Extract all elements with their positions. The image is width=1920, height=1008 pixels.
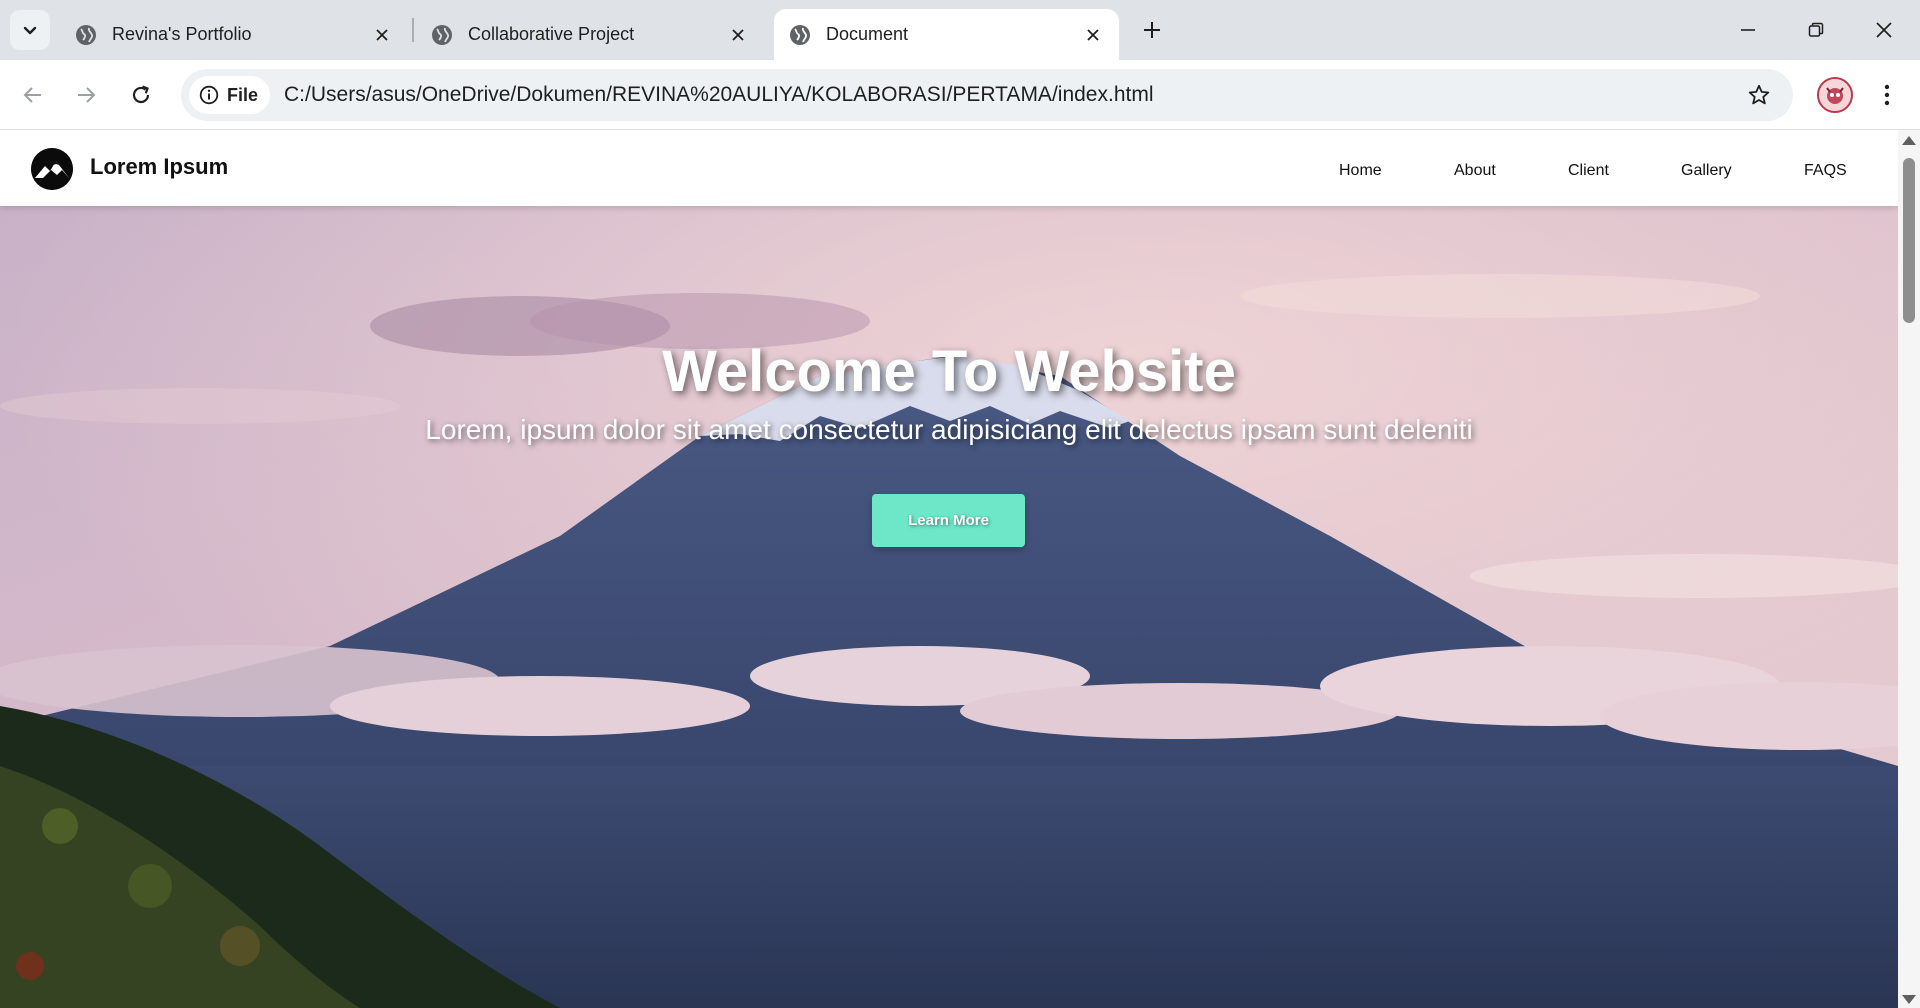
browser-menu-button[interactable] (1872, 75, 1902, 115)
arrow-left-icon (23, 87, 41, 103)
more-vertical-icon (1884, 84, 1890, 106)
restore-button[interactable] (1796, 10, 1836, 50)
address-bar[interactable]: File C:/Users/asus/OneDrive/Dokumen/REVI… (181, 69, 1793, 121)
mountain-logo-icon[interactable] (31, 148, 73, 190)
window-close-button[interactable] (1864, 10, 1904, 50)
site-chip-label: File (227, 84, 259, 105)
hero-background-image (0, 206, 1898, 1008)
hero-subtitle: Lorem, ipsum dolor sit amet consectetur … (425, 414, 1473, 445)
star-icon (1748, 84, 1770, 105)
scroll-thumb[interactable] (1903, 158, 1915, 323)
hero-title: Welcome To Website (662, 339, 1236, 404)
scroll-up-arrow-icon[interactable] (1902, 136, 1916, 145)
globe-icon (430, 23, 454, 47)
tab-strip: Revina's Portfolio Collaborative Project… (0, 0, 1920, 60)
close-icon[interactable] (1081, 23, 1105, 47)
tab-collaborative-project[interactable]: Collaborative Project (416, 9, 764, 60)
hero-section: Welcome To Website Lorem, ipsum dolor si… (0, 206, 1898, 1008)
scroll-down-arrow-icon[interactable] (1902, 995, 1916, 1004)
site-info-chip[interactable]: File (189, 76, 271, 114)
tab-title: Document (826, 24, 909, 44)
new-tab-button[interactable] (1136, 14, 1168, 46)
profile-avatar[interactable] (1817, 77, 1853, 113)
tab-title: Revina's Portfolio (112, 24, 252, 44)
nav-about[interactable]: About (1454, 162, 1496, 180)
tab-title: Collaborative Project (468, 24, 635, 44)
bookmark-star-button[interactable] (1745, 81, 1773, 109)
info-icon (199, 85, 219, 105)
page-scrollbar[interactable] (1898, 130, 1920, 1008)
nav-client[interactable]: Client (1568, 162, 1609, 180)
globe-icon (788, 23, 812, 47)
nav-faqs[interactable]: FAQS (1804, 162, 1847, 180)
reload-button[interactable] (121, 75, 161, 115)
chevron-down-icon (23, 26, 37, 35)
avatar-icon (1819, 79, 1851, 111)
reload-icon (132, 85, 150, 104)
close-icon[interactable] (370, 23, 394, 47)
minimize-icon (1741, 29, 1755, 31)
minimize-button[interactable] (1728, 10, 1768, 50)
tab-document[interactable]: Document (774, 9, 1119, 60)
tab-search-button[interactable] (10, 10, 50, 50)
nav-home[interactable]: Home (1339, 162, 1382, 180)
page-viewport: Lorem Ipsum Home About Client Gallery FA… (0, 130, 1898, 1008)
plus-icon (1144, 22, 1160, 38)
forward-button[interactable] (66, 75, 106, 115)
tab-separator (412, 18, 414, 42)
globe-icon (74, 23, 98, 47)
nav-gallery[interactable]: Gallery (1681, 162, 1732, 180)
back-button[interactable] (13, 75, 53, 115)
restore-icon (1808, 22, 1824, 37)
tab-revinas-portfolio[interactable]: Revina's Portfolio (60, 9, 408, 60)
learn-more-button[interactable]: Learn More (872, 494, 1025, 547)
close-icon[interactable] (726, 23, 750, 47)
close-icon (1876, 22, 1892, 38)
arrow-right-icon (78, 87, 96, 103)
browser-toolbar: File C:/Users/asus/OneDrive/Dokumen/REVI… (0, 60, 1920, 130)
site-navbar: Lorem Ipsum Home About Client Gallery FA… (0, 130, 1898, 206)
url-text[interactable]: C:/Users/asus/OneDrive/Dokumen/REVINA%20… (284, 83, 1153, 107)
site-brand[interactable]: Lorem Ipsum (90, 154, 228, 180)
